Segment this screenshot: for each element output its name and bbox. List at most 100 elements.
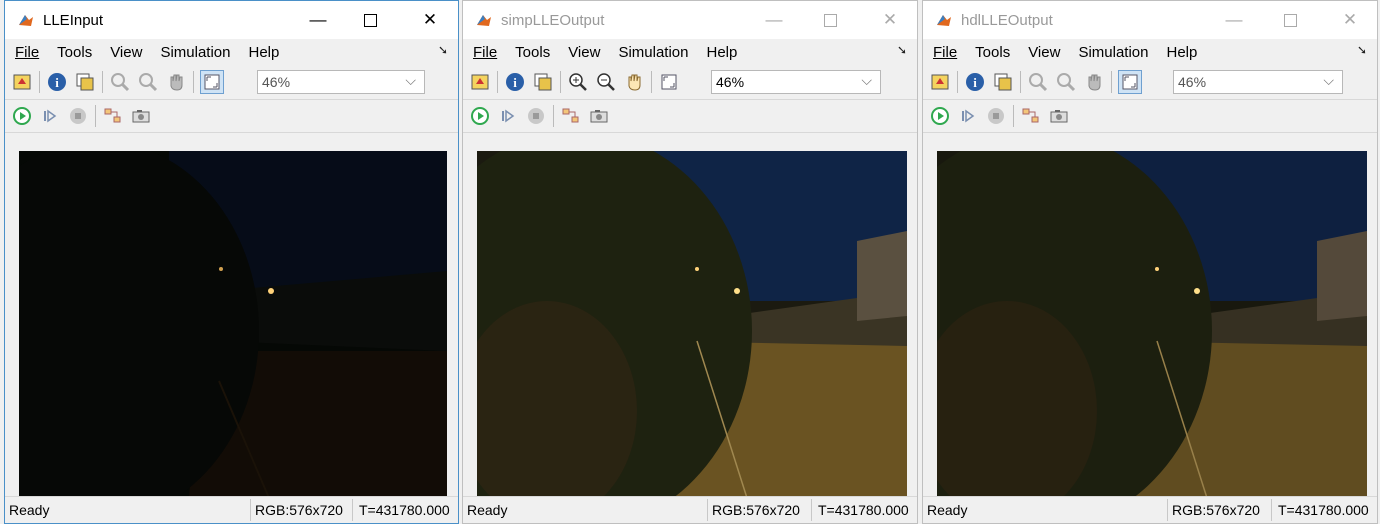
toolbar: i 46% ⌵ [923, 65, 1377, 100]
minimize-icon: — [309, 10, 327, 29]
toolbar-separator [651, 71, 652, 93]
zoom-in-icon[interactable] [109, 71, 131, 93]
maximize-button[interactable] [347, 1, 393, 39]
video-frame[interactable] [937, 151, 1367, 498]
info-icon[interactable]: i [46, 71, 68, 93]
title-bar[interactable]: hdlLLEOutput — ✕ [923, 1, 1377, 39]
menu-help[interactable]: Help [1167, 44, 1198, 61]
menu-file[interactable]: File [15, 44, 39, 61]
info-icon[interactable]: i [964, 71, 986, 93]
zoom-select[interactable]: 46% ⌵ [257, 70, 425, 94]
menu-help[interactable]: Help [249, 44, 280, 61]
info-icon[interactable]: i [504, 71, 526, 93]
snapshot-camera-icon[interactable] [588, 105, 610, 127]
zoom-value: 46% [262, 74, 291, 90]
toolbar-separator [1111, 71, 1112, 93]
menu-tools[interactable]: Tools [515, 44, 550, 61]
highlight-block-icon[interactable] [560, 105, 582, 127]
stop-icon[interactable] [985, 105, 1007, 127]
video-frame[interactable] [477, 151, 907, 498]
menu-overflow-icon[interactable]: ➘ [438, 43, 448, 57]
menu-file[interactable]: File [933, 44, 957, 61]
night-street-image [477, 151, 907, 498]
window-simp-lle-output[interactable]: simpLLEOutput — ✕ File Tools View Simula… [462, 0, 918, 524]
close-button[interactable]: ✕ [1327, 1, 1373, 39]
menu-overflow-icon[interactable]: ➘ [1357, 43, 1367, 57]
menu-simulation[interactable]: Simulation [1078, 44, 1148, 61]
close-button[interactable]: ✕ [407, 1, 453, 39]
zoom-out-icon[interactable] [595, 71, 617, 93]
zoom-value: 46% [716, 74, 745, 90]
menu-view[interactable]: View [110, 44, 142, 61]
zoom-select[interactable]: 46% ⌵ [711, 70, 881, 94]
zoom-select[interactable]: 46% ⌵ [1173, 70, 1343, 94]
zoom-out-icon[interactable] [1055, 71, 1077, 93]
menu-overflow-icon[interactable]: ➘ [897, 43, 907, 57]
highlight-block-icon[interactable] [102, 105, 124, 127]
status-format: RGB:576x720 [707, 499, 800, 521]
step-forward-icon[interactable] [957, 105, 979, 127]
title-bar[interactable]: LLEInput — ✕ [5, 1, 458, 39]
maximize-button[interactable] [1267, 1, 1313, 39]
menu-simulation[interactable]: Simulation [618, 44, 688, 61]
fit-to-view-icon[interactable] [1118, 70, 1142, 94]
toolbar-separator [95, 105, 96, 127]
maximize-icon [363, 13, 377, 27]
window-hdl-lle-output[interactable]: hdlLLEOutput — ✕ File Tools View Simulat… [922, 0, 1378, 524]
status-bar: Ready RGB:576x720 T=431780.000 [923, 496, 1377, 523]
snapshot-camera-icon[interactable] [1048, 105, 1070, 127]
minimize-button[interactable]: — [751, 1, 797, 39]
matlab-logo-icon [475, 11, 493, 29]
menu-tools[interactable]: Tools [57, 44, 92, 61]
stop-icon[interactable] [67, 105, 89, 127]
title-bar[interactable]: simpLLEOutput — ✕ [463, 1, 917, 39]
window-llei-input[interactable]: LLEInput — ✕ File Tools View Simulation … [4, 0, 459, 524]
video-frame[interactable] [19, 151, 447, 498]
menu-bar: File Tools View Simulation Help ➘ [5, 39, 458, 65]
minimize-button[interactable]: — [1211, 1, 1257, 39]
status-format: RGB:576x720 [1167, 499, 1260, 521]
zoom-value: 46% [1178, 74, 1207, 90]
step-forward-icon[interactable] [497, 105, 519, 127]
status-ready-text: Ready [467, 502, 508, 518]
toolbar-separator [193, 71, 194, 93]
night-street-image [19, 151, 447, 498]
simulink-home-icon[interactable] [469, 71, 491, 93]
maximize-button[interactable] [807, 1, 853, 39]
zoom-out-icon[interactable] [137, 71, 159, 93]
menu-help[interactable]: Help [707, 44, 738, 61]
close-button[interactable]: ✕ [867, 1, 913, 39]
zoom-in-icon[interactable] [567, 71, 589, 93]
fit-to-view-icon[interactable] [658, 71, 680, 93]
status-ready-text: Ready [927, 502, 968, 518]
status-ready-text: Ready [9, 502, 50, 518]
export-icon[interactable] [992, 71, 1014, 93]
highlight-block-icon[interactable] [1020, 105, 1042, 127]
toolbar-separator [553, 105, 554, 127]
run-icon[interactable] [11, 105, 33, 127]
snapshot-camera-icon[interactable] [130, 105, 152, 127]
export-icon[interactable] [74, 71, 96, 93]
menu-view[interactable]: View [568, 44, 600, 61]
menu-file[interactable]: File [473, 44, 497, 61]
minimize-button[interactable]: — [295, 1, 341, 39]
export-icon[interactable] [532, 71, 554, 93]
svg-text:i: i [55, 75, 59, 90]
run-icon[interactable] [469, 105, 491, 127]
simulink-home-icon[interactable] [929, 71, 951, 93]
pan-hand-icon[interactable] [623, 71, 645, 93]
simulink-home-icon[interactable] [11, 71, 33, 93]
maximize-icon [1283, 13, 1297, 27]
menu-simulation[interactable]: Simulation [160, 44, 230, 61]
zoom-in-icon[interactable] [1027, 71, 1049, 93]
chevron-down-icon: ⌵ [405, 72, 416, 88]
menu-view[interactable]: View [1028, 44, 1060, 61]
fit-to-view-icon[interactable] [200, 70, 224, 94]
pan-hand-icon[interactable] [165, 71, 187, 93]
run-icon[interactable] [929, 105, 951, 127]
step-forward-icon[interactable] [39, 105, 61, 127]
toolbar-separator [102, 71, 103, 93]
stop-icon[interactable] [525, 105, 547, 127]
pan-hand-icon[interactable] [1083, 71, 1105, 93]
menu-tools[interactable]: Tools [975, 44, 1010, 61]
